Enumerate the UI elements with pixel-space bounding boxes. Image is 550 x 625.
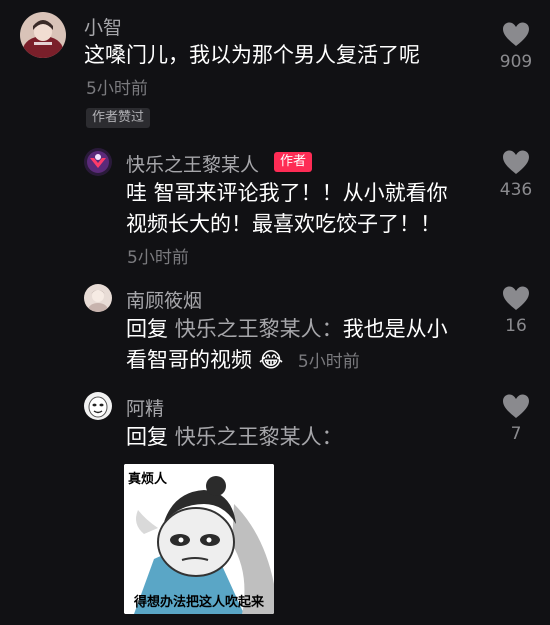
like-count: 909 [499,52,533,72]
reply-text: 我也是从小 [342,317,448,341]
reply-prefix: 回复 [126,317,168,341]
heart-icon[interactable] [502,22,530,47]
heart-icon[interactable] [502,286,530,311]
comment-text-line-1: 回复 快乐之王黎某人： [126,422,343,452]
comment-username[interactable]: 快乐之王黎某人 [126,150,259,177]
comment-text-line-1: 回复 快乐之王黎某人：我也是从小 [126,314,448,344]
comment-username[interactable]: 阿精 [126,394,164,421]
avatar[interactable] [20,12,66,58]
reply-prefix: 回复 [126,425,168,449]
comment-text-line-2: 看智哥的视频 😂 5小时前 [126,345,360,377]
author-liked-badge: 作者赞过 [86,108,151,128]
comment-text: 这嗓门儿，我以为那个男人复活了呢 [84,43,420,67]
avatar[interactable] [84,284,112,312]
comment-text-line-1: 哇 智哥来评论我了！！从小就看你 [126,181,448,205]
comment-username[interactable]: 南顾筱烟 [126,286,202,313]
comment-text-line-2: 视频长大的！最喜欢吃饺子了！！ [126,212,441,236]
sticker-image[interactable]: 真烦人 得想办法把这人吹起来 [124,464,274,614]
sticker-top-text: 真烦人 [128,472,168,487]
like-count: 7 [510,424,522,444]
author-badge: 作者 [274,152,313,172]
comment-time: 5小时前 [297,352,360,372]
heart-icon[interactable] [502,150,530,175]
reply-target-link[interactable]: 快乐之王黎某人： [175,317,343,341]
comment-time: 5小时前 [86,79,148,99]
avatar[interactable] [84,148,112,176]
comment-list: 小智 这嗓门儿，我以为那个男人复活了呢 5小时前 作者赞过 909 快乐之王黎某… [0,0,550,625]
laughing-emoji: 😂 [258,348,284,372]
heart-icon[interactable] [502,394,530,419]
like-count: 16 [505,316,527,336]
comment-username[interactable]: 小智 [84,13,122,40]
avatar[interactable] [84,392,112,420]
like-count: 436 [499,180,533,200]
reply-target-link[interactable]: 快乐之王黎某人： [175,425,343,449]
comment-time: 5小时前 [127,248,189,268]
sticker-bottom-text: 得想办法把这人吹起来 [133,595,264,610]
reply-text-cont: 看智哥的视频 [126,348,252,372]
